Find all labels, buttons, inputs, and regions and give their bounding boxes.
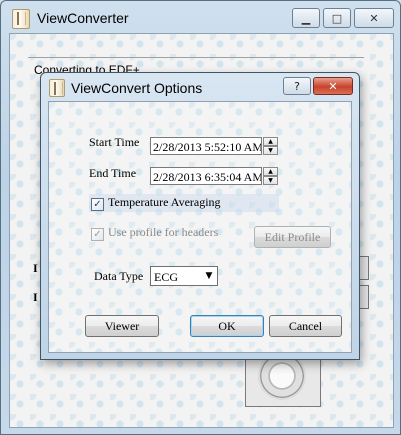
chevron-down-icon: ▼ (205, 271, 213, 281)
background-label: I (33, 261, 38, 275)
start-time-spinner[interactable]: ▲ ▼ (263, 137, 278, 155)
start-time-picker[interactable]: 2/28/2013 5:52:10 AM (150, 137, 262, 155)
close-button[interactable]: ✕ (354, 8, 394, 28)
window-controls: ▁ □ ✕ (292, 8, 394, 28)
ok-button[interactable]: OK (190, 315, 264, 337)
spin-up-icon[interactable]: ▲ (263, 167, 278, 176)
background-label: I (33, 290, 38, 304)
edit-profile-button[interactable]: Edit Profile (254, 226, 331, 248)
temperature-averaging-label: Temperature Averaging (108, 195, 221, 209)
use-profile-label: Use profile for headers (108, 225, 219, 239)
start-time-label: Start Time (89, 135, 140, 149)
spin-down-icon[interactable]: ▼ (263, 146, 278, 155)
end-time-picker[interactable]: 2/28/2013 6:35:04 AM (150, 167, 262, 185)
app-icon (12, 9, 30, 29)
help-button[interactable]: ? (283, 77, 311, 95)
dialog-close-button[interactable]: ✕ (313, 77, 353, 95)
use-profile-checkbox[interactable]: ✓ (91, 228, 104, 241)
dialog-title: ViewConvert Options (71, 80, 203, 96)
background-button[interactable] (359, 256, 369, 280)
options-dialog: ViewConvert Options ? ✕ Start Time 2/28/… (40, 72, 360, 360)
background-button[interactable] (359, 285, 369, 309)
data-type-label: Data Type (94, 269, 144, 283)
spin-down-icon[interactable]: ▼ (263, 176, 278, 185)
maximize-button[interactable]: □ (323, 8, 351, 28)
window-title: ViewConverter (37, 10, 129, 26)
minimize-button[interactable]: ▁ (292, 8, 320, 28)
dialog-controls: ? ✕ (283, 77, 353, 95)
end-time-label: End Time (89, 166, 137, 180)
cancel-button[interactable]: Cancel (269, 315, 342, 337)
temperature-averaging-checkbox[interactable]: ✓ (91, 198, 104, 211)
spin-up-icon[interactable]: ▲ (263, 137, 278, 146)
viewer-button[interactable]: Viewer (85, 315, 159, 337)
dialog-client: Start Time 2/28/2013 5:52:10 AM ▲ ▼ End … (48, 101, 352, 353)
app-icon (49, 79, 65, 97)
end-time-spinner[interactable]: ▲ ▼ (263, 167, 278, 185)
data-type-select[interactable]: ECG ▼ (150, 266, 218, 286)
data-type-value: ECG (154, 270, 178, 284)
